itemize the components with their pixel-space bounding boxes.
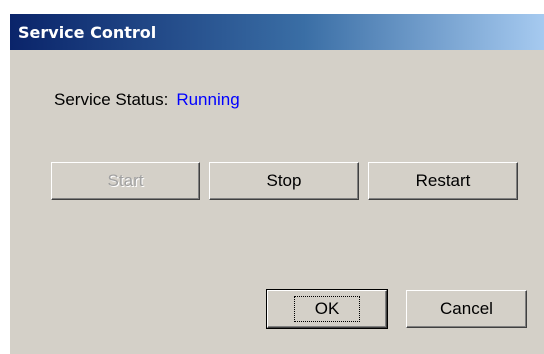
service-status-row: Service Status: Running (54, 90, 240, 110)
ok-button-label: OK (293, 296, 361, 322)
start-button[interactable]: Start (51, 162, 200, 200)
restart-button[interactable]: Restart (368, 162, 518, 200)
stop-button[interactable]: Stop (209, 162, 359, 200)
service-status-label: Service Status: (54, 90, 169, 109)
title-bar[interactable]: Service Control (10, 14, 544, 50)
dialog-title: Service Control (18, 23, 157, 42)
ok-button[interactable]: OK (266, 289, 388, 329)
service-status-value: Running (176, 90, 240, 109)
service-control-dialog: Service Control Service Status: Running S… (10, 14, 544, 354)
cancel-button[interactable]: Cancel (406, 290, 527, 328)
